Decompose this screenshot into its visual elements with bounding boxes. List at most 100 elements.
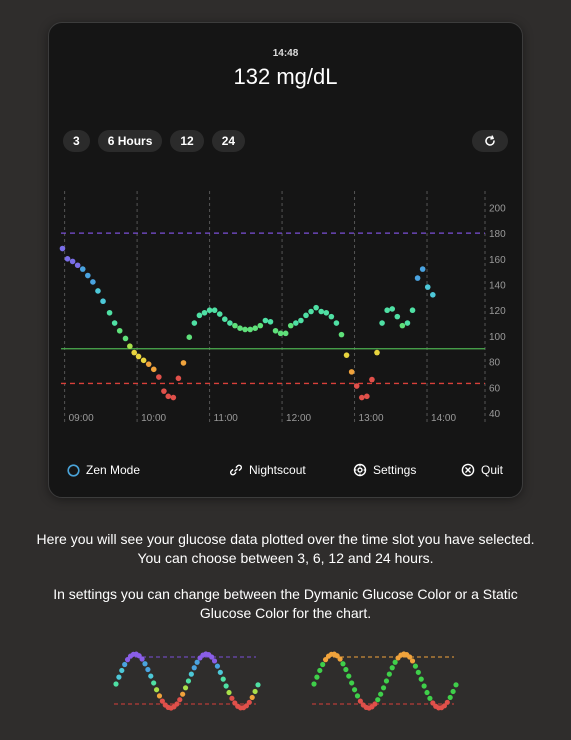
- range-24h-button[interactable]: 24: [211, 130, 246, 152]
- wave-point: [220, 676, 226, 682]
- glucose-point: [156, 374, 162, 380]
- glucose-point: [140, 357, 147, 364]
- glucose-point: [262, 317, 269, 324]
- wave-point: [389, 665, 395, 671]
- glucose-point: [343, 352, 350, 358]
- range-6h-button[interactable]: 6 Hours: [97, 130, 163, 152]
- range-12h-button[interactable]: 12: [170, 130, 204, 152]
- wave-point: [113, 681, 119, 687]
- glucose-point: [282, 330, 289, 337]
- glucose-point: [308, 308, 314, 315]
- wave-point: [223, 683, 229, 689]
- y-tick-label: 100: [489, 332, 506, 343]
- wave-point: [343, 666, 349, 673]
- quit-button[interactable]: Quit: [461, 463, 503, 477]
- glucose-chart: 09:00 10:00 11:00 12:00 13:00 14:00 40 60 80 100 1…: [59, 191, 506, 424]
- glucose-point: [404, 320, 411, 326]
- wave-point: [174, 701, 180, 707]
- glucose-point: [237, 325, 243, 331]
- settings-button[interactable]: Settings: [353, 463, 416, 477]
- range-3h-button[interactable]: 3: [63, 130, 90, 152]
- wave-point: [421, 683, 427, 689]
- refresh-button[interactable]: [472, 130, 508, 152]
- wave-point: [214, 663, 221, 669]
- glucose-point: [303, 312, 309, 319]
- glucose-point: [277, 330, 284, 337]
- y-tick-label: 40: [489, 409, 501, 420]
- glucose-point: [424, 284, 431, 290]
- glucose-point: [287, 322, 294, 329]
- wave-point: [188, 671, 194, 677]
- wave-point: [142, 661, 148, 667]
- x-tick-label: 13:00: [359, 413, 384, 424]
- glucose-point: [74, 262, 81, 269]
- description-line: In settings you can change between the D…: [53, 586, 518, 602]
- y-tick-label: 60: [489, 383, 501, 394]
- glucose-point: [222, 316, 228, 323]
- description-line: Here you will see your glucose data plot…: [36, 531, 535, 547]
- glucose-point: [127, 343, 133, 349]
- wave-point: [148, 673, 154, 679]
- glucose-point: [358, 394, 365, 401]
- wave-point: [386, 671, 392, 677]
- glucose-point: [323, 309, 330, 316]
- x-tick-label: 09:00: [69, 413, 94, 424]
- y-tick-label: 140: [489, 281, 506, 292]
- glucose-point: [313, 304, 319, 311]
- nightscout-button[interactable]: Nightscout: [229, 463, 306, 477]
- wave-point: [351, 687, 358, 693]
- wave-point: [392, 659, 398, 665]
- glucose-point: [106, 309, 113, 316]
- wave-point: [185, 678, 192, 684]
- zen-mode-toggle[interactable]: Zen Mode: [67, 463, 140, 477]
- glucose-point: [191, 320, 198, 326]
- zen-mode-label: Zen Mode: [86, 463, 141, 477]
- wave-point: [349, 680, 355, 686]
- range-selector: 3 6 Hours 12 24: [63, 130, 246, 152]
- description-line: Glucose Color for the chart.: [199, 605, 372, 621]
- glucose-point: [95, 288, 101, 294]
- glucose-point: [414, 275, 421, 281]
- x-tick-label: 10:00: [141, 413, 166, 424]
- glucose-point: [150, 366, 157, 373]
- wave-point: [311, 681, 317, 687]
- glucose-point: [79, 266, 86, 272]
- glucose-point: [348, 369, 355, 375]
- static-color-example: [311, 651, 459, 711]
- glucose-point: [252, 325, 259, 331]
- glucose-point: [399, 322, 406, 329]
- current-time: 14:48: [272, 48, 299, 59]
- glucose-point: [318, 308, 324, 315]
- settings-label: Settings: [373, 463, 417, 477]
- wave-point: [211, 658, 218, 664]
- footer-bar: Zen Mode Nightscout Settings Quit: [49, 463, 522, 483]
- wave-point: [314, 674, 320, 680]
- glucose-point: [333, 320, 340, 326]
- quit-label: Quit: [481, 463, 504, 477]
- glucose-card: 14:48 132 mg/dL 3 6 Hours 12 24 09:00 10:…: [48, 22, 523, 498]
- glucose-point: [247, 326, 253, 333]
- link-icon: [230, 464, 242, 476]
- glucose-point: [216, 311, 223, 317]
- glucose-point: [369, 376, 375, 383]
- wave-point: [418, 676, 424, 682]
- wave-point: [145, 666, 151, 673]
- glucose-point: [90, 279, 96, 285]
- wave-point: [354, 693, 361, 699]
- description-paragraph-1: Here you will see your glucose data plot…: [0, 530, 571, 568]
- glucose-point: [384, 307, 390, 314]
- y-tick-label: 120: [489, 306, 506, 317]
- glucose-point: [364, 393, 370, 400]
- wave-point: [229, 695, 235, 701]
- wave-point: [217, 669, 223, 675]
- glucose-point: [328, 313, 335, 320]
- wave-point: [249, 694, 255, 701]
- wave-point: [383, 678, 390, 684]
- description-line: You can choose between 3, 6, 12 and 24 h…: [137, 550, 434, 566]
- refresh-icon: [485, 135, 495, 146]
- wave-point: [444, 699, 450, 705]
- wave-point: [194, 659, 200, 665]
- glucose-point: [180, 360, 187, 366]
- glucose-point: [394, 313, 401, 320]
- wave-point: [252, 688, 258, 695]
